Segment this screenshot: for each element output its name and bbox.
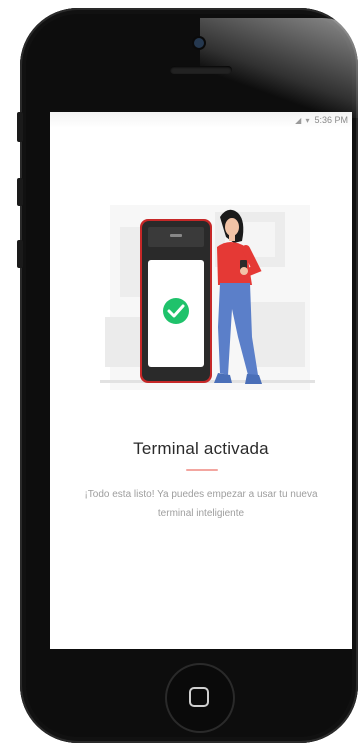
check-icon <box>163 298 189 324</box>
status-bar: ◢ ▾ 5:36 PM <box>50 112 352 128</box>
mute-switch <box>17 112 23 142</box>
terminal-activated-illustration <box>100 205 315 390</box>
activation-description: ¡Todo esta listo! Ya puedes empezar a us… <box>84 489 318 519</box>
camera-icon <box>194 38 204 48</box>
volume-up-button <box>17 178 23 206</box>
volume-down-button <box>17 240 23 268</box>
home-icon <box>189 687 209 707</box>
home-button[interactable] <box>165 663 235 733</box>
app-screen: ◢ ▾ 5:36 PM Terminal activada ¡Todo esta… <box>50 112 352 649</box>
page-title: Terminal activada <box>133 439 269 458</box>
earpiece-speaker <box>170 66 232 74</box>
title-underline <box>186 469 218 471</box>
signal-icon: ◢ ▾ <box>295 115 311 125</box>
woman-face <box>225 218 239 236</box>
status-time: 5:36 PM <box>314 115 348 125</box>
background-cabinet <box>250 302 305 367</box>
